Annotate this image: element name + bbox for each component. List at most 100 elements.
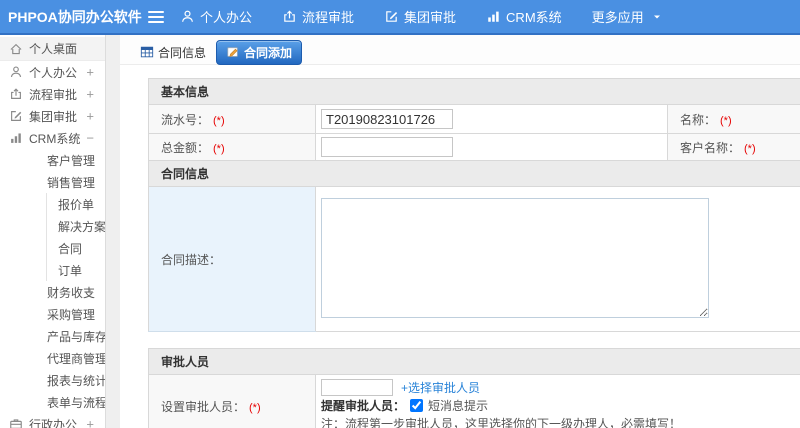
sidebar-item-label: 流程审批 (29, 87, 78, 102)
tab-label: 合同信息 (158, 45, 207, 60)
customer-name-label: 客户名称： (*) (666, 133, 800, 161)
sidebar-item-label: 集团审批 (29, 109, 78, 124)
expand-plus-icon: + (86, 152, 94, 168)
sidebar-item-crm-system[interactable]: CRM系统 − (0, 127, 105, 149)
sidebar-item-label: 行政办公 (29, 417, 78, 428)
sidebar-item-group-approval[interactable]: 集团审批 + (0, 105, 105, 127)
nav-item-personal-office[interactable]: 个人办公 (180, 7, 252, 26)
sidebar-item-label: 表单与流程设置 (47, 395, 106, 410)
sidebar-item-sales-mgmt[interactable]: 销售管理 − (0, 171, 105, 193)
sidebar-item-form-flow-setting[interactable]: 表单与流程设置+ (0, 391, 105, 413)
sidebar-item-purchase-mgmt[interactable]: 采购管理 + (0, 303, 105, 325)
sidebar-subgroup: 报价单解决方案合同订单 (46, 193, 105, 281)
sidebar-item-personal-office[interactable]: 个人办公 + (0, 61, 105, 83)
nav-item-group-approval[interactable]: 集团审批 (384, 7, 456, 26)
expand-plus-icon: + (86, 350, 94, 366)
sidebar-item-product-stock[interactable]: 产品与库存 + (0, 325, 105, 347)
collapse-minus-icon: − (86, 130, 94, 146)
app-logo: PHPOA协同办公软件 (8, 8, 142, 25)
table-icon (140, 45, 154, 59)
nav-item-crm-system[interactable]: CRM系统 (486, 7, 562, 26)
choose-approver-link[interactable]: +选择审批人员 (401, 379, 480, 396)
approval-table: 审批人员 设置审批人员： (*) +选择审批人员 提醒审批人员： 短消息提示 注： (147, 348, 800, 428)
section-title-contract: 合同信息 (147, 160, 800, 187)
section-title-approval: 审批人员 (147, 348, 800, 375)
set-approver-label: 设置审批人员： (*) (148, 374, 316, 428)
expand-plus-icon: + (86, 306, 94, 322)
top-nav: 个人办公 流程审批 集团审批 CRM系统 更多应用 (180, 7, 663, 26)
sidebar-item-workflow-approval[interactable]: 流程审批 + (0, 83, 105, 105)
total-amount-input[interactable] (321, 137, 453, 157)
sidebar-item-label: 订单 (58, 263, 83, 278)
tab-bar: 合同信息 合同添加 (120, 35, 800, 65)
sidebar-item-personal-desktop[interactable]: 个人桌面 (0, 37, 105, 61)
sidebar-item-label: 代理商管理 (47, 351, 106, 366)
total-amount-label: 总金额： (*) (148, 133, 316, 161)
sidebar-item-label: 产品与库存 (47, 329, 106, 344)
expand-plus-icon: + (86, 394, 94, 410)
section-title-basic: 基本信息 (147, 78, 800, 105)
user-icon (9, 65, 23, 79)
serial-number-input[interactable] (321, 109, 453, 129)
name-label: 名称： (*) (666, 104, 800, 134)
chart-icon (486, 9, 501, 24)
expand-plus-icon: + (86, 64, 94, 80)
required-mark: (*) (249, 401, 261, 414)
sms-remind-checkbox[interactable] (410, 399, 424, 412)
approver-input[interactable] (321, 379, 393, 396)
chart-icon (9, 131, 23, 145)
sidebar-item-solution[interactable]: 解决方案 (47, 215, 105, 237)
flow-icon (9, 87, 23, 101)
nav-item-label: 流程审批 (302, 10, 355, 25)
sidebar-item-admin-office[interactable]: 行政办公 + (0, 413, 105, 428)
nav-item-label: 更多应用 (591, 10, 644, 25)
required-mark: (*) (720, 114, 732, 127)
main-content: 合同信息 合同添加 基本信息 流水号：(*) 名称：(*) 总金额：(*) (120, 35, 800, 428)
required-mark: (*) (213, 142, 225, 155)
contract-description-label: 合同描述： (148, 186, 316, 332)
basic-info-table: 基本信息 流水号：(*) 名称：(*) 总金额：(*) (147, 78, 800, 332)
sidebar-item-label: 个人桌面 (29, 42, 78, 56)
nav-item-more-apps[interactable]: 更多应用 (592, 7, 663, 26)
top-header: PHPOA协同办公软件 个人办公 流程审批 集团审批 CRM系统 更多应用 (0, 0, 800, 35)
nav-item-label: 个人办公 (200, 10, 253, 25)
contract-form: 基本信息 流水号：(*) 名称：(*) 总金额：(*) (147, 78, 800, 428)
sidebar-item-report-stats[interactable]: 报表与统计 (0, 369, 105, 391)
expand-plus-icon: + (86, 284, 94, 300)
sms-remind-label: 短消息提示 (428, 399, 489, 413)
expand-plus-icon: + (86, 328, 94, 344)
sidebar-item-label: 报表与统计 (47, 373, 106, 388)
required-mark: (*) (213, 114, 225, 127)
hamburger-menu-icon[interactable] (148, 8, 164, 26)
sidebar-item-label: 解决方案 (58, 219, 106, 234)
remind-approver-label: 提醒审批人员： (321, 399, 406, 413)
expand-plus-icon: + (86, 416, 94, 428)
home-icon (9, 42, 23, 56)
sidebar-item-customer-mgmt[interactable]: 客户管理 + (0, 149, 105, 171)
expand-plus-icon: + (86, 86, 94, 102)
contract-description-textarea[interactable] (321, 197, 709, 318)
sidebar-item-label: 报价单 (58, 197, 95, 212)
edit-icon (9, 109, 23, 123)
nav-item-workflow-approval[interactable]: 流程审批 (282, 7, 354, 26)
sidebar-item-quotation[interactable]: 报价单 (47, 193, 105, 215)
expand-plus-icon: + (86, 108, 94, 124)
pencil-icon (226, 45, 240, 59)
sidebar-item-finance[interactable]: 财务收支 + (0, 281, 105, 303)
sidebar-item-label: 个人办公 (29, 65, 78, 80)
user-icon (180, 9, 195, 24)
nav-item-label: CRM系统 (506, 10, 562, 25)
sidebar-item-order[interactable]: 订单 (47, 259, 105, 281)
approval-note: 注：流程第一步审批人员，这里选择你的下一级办理人，必需填写！ (321, 417, 682, 428)
sidebar: 个人桌面 个人办公 + 流程审批 + 集团审批 + CRM系统 − 客户管理 + 销售管理 − 报价单 解决… (0, 35, 106, 428)
sidebar-item-label: 合同 (58, 241, 83, 256)
sidebar-item-label: CRM系统 (29, 131, 81, 146)
tab-contract-info[interactable]: 合同信息 (138, 41, 208, 64)
caret-icon (651, 11, 663, 23)
edit-icon (384, 9, 399, 24)
sidebar-item-agent-mgmt[interactable]: 代理商管理 + (0, 347, 105, 369)
brief-icon (9, 417, 23, 428)
sidebar-item-contract[interactable]: 合同 (47, 237, 105, 259)
tab-contract-add[interactable]: 合同添加 (216, 39, 303, 65)
flow-icon (282, 9, 297, 24)
